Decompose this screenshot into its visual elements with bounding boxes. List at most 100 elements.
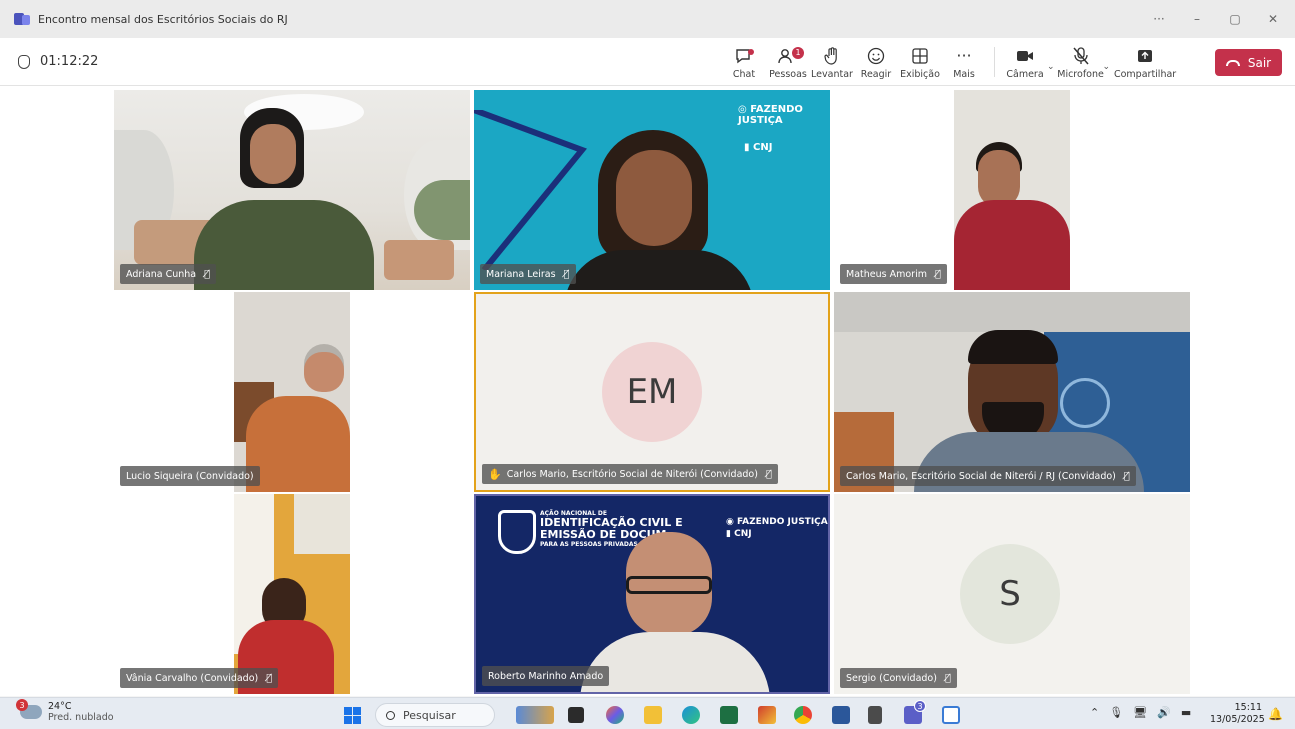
meeting-toolbar: 01:12:22 Chat 1 Pessoas Levantar Reagir …: [0, 38, 1295, 86]
mic-label: Microfone: [1057, 68, 1104, 80]
camera-button[interactable]: Câmera: [1003, 45, 1047, 80]
video-tile-vania[interactable]: Vânia Carvalho (Convidado) 🎙̸: [114, 494, 470, 694]
meeting-timer: 01:12:22: [18, 54, 98, 69]
task-view-icon[interactable]: [568, 707, 584, 723]
clock-date: 13/05/2025: [1210, 714, 1265, 725]
windows-taskbar: 3 24°C Pred. nublado Pesquisar 3 ⌃ 🎙 🖥 🔊…: [0, 697, 1295, 729]
cnj-text: CNJ: [752, 142, 773, 153]
participant-name: Carlos Mario, Escritório Social de Niter…: [846, 470, 1116, 482]
video-tile-carlos-video[interactable]: Carlos Mario, Escritório Social de Niter…: [834, 292, 1190, 492]
video-tile-mariana[interactable]: ◎ FAZENDO JUSTIÇA ▮ CNJ Mariana Leiras 🎙̸: [474, 90, 830, 290]
react-label: Reagir: [860, 68, 892, 80]
smiley-icon: [867, 45, 885, 67]
microphone-icon[interactable]: 🎙: [1109, 706, 1123, 719]
glasses-icon: [626, 576, 712, 594]
word-icon[interactable]: [832, 706, 850, 724]
more-label: Mais: [953, 68, 975, 80]
more-options-icon[interactable]: ···: [1151, 12, 1167, 26]
participant-name: Sergio (Convidado): [846, 672, 937, 684]
participant-name: Vânia Carvalho (Convidado): [126, 672, 259, 684]
volume-icon[interactable]: 🔊: [1157, 706, 1171, 719]
chevron-up-icon[interactable]: ⌃: [1090, 706, 1099, 719]
notification-bell-icon[interactable]: 🔔: [1268, 707, 1283, 721]
name-tag: Matheus Amorim 🎙̸: [840, 264, 947, 284]
video-tile-carlos-avatar[interactable]: EM ✋ Carlos Mario, Escritório Social de N…: [474, 292, 830, 492]
cnj-text: CNJ: [734, 529, 752, 539]
minimize-icon[interactable]: –: [1189, 12, 1205, 26]
video-tile-matheus[interactable]: Matheus Amorim 🎙̸: [834, 90, 1190, 290]
name-tag: Lucio Siqueira (Convidado): [120, 466, 260, 486]
cloud-icon: 3: [16, 699, 42, 719]
cnj-logo: ▮ CNJ: [744, 142, 773, 153]
video-tile-sergio[interactable]: S Sergio (Convidado) 🎙̸: [834, 494, 1190, 694]
chat-button[interactable]: Chat: [722, 45, 766, 80]
react-button[interactable]: Reagir: [854, 45, 898, 80]
partner-logos: ◉ FAZENDO JUSTIÇA ▮ CNJ: [726, 517, 828, 539]
participant-name: Mariana Leiras: [486, 268, 556, 280]
close-icon[interactable]: ✕: [1265, 12, 1281, 26]
camera-label: Câmera: [1006, 68, 1044, 80]
taskbar-search[interactable]: Pesquisar: [375, 703, 495, 727]
video-tile-roberto[interactable]: AÇÃO NACIONAL DE IDENTIFICAÇÃO CIVIL E E…: [474, 494, 830, 694]
participant-face: [616, 150, 692, 246]
edge-icon[interactable]: [682, 706, 700, 724]
teams-app-icon: [14, 12, 30, 26]
teams-icon[interactable]: 3: [904, 700, 926, 724]
chrome-icon[interactable]: [794, 706, 812, 724]
weather-badge: 3: [16, 699, 28, 711]
clock-time: 15:11: [1234, 702, 1262, 713]
app-icon[interactable]: [758, 706, 776, 724]
participant-name: Carlos Mario, Escritório Social de Niter…: [506, 468, 758, 480]
hand-logo-icon: [498, 510, 536, 554]
clock[interactable]: 15:11 13/05/2025: [1210, 702, 1265, 726]
snipping-tool-icon[interactable]: [942, 706, 960, 724]
participant-name: Roberto Marinho Amado: [488, 670, 604, 682]
mic-off-icon: 🎙̸: [1123, 470, 1130, 482]
logo-text: FAZENDO JUSTIÇA: [738, 104, 803, 126]
view-button[interactable]: Exibição: [898, 45, 942, 80]
camera-options-chevron-icon[interactable]: ⌄: [1047, 62, 1055, 72]
ellipsis-icon: ···: [956, 46, 972, 65]
copilot-icon[interactable]: [606, 706, 624, 724]
mic-off-icon: 🎙̸: [563, 268, 570, 280]
leave-button[interactable]: Sair: [1215, 49, 1282, 76]
start-button[interactable]: [344, 707, 361, 724]
excel-icon[interactable]: [720, 706, 738, 724]
participant-face: [250, 124, 296, 184]
widgets-icon[interactable]: [516, 706, 554, 724]
people-badge: 1: [792, 46, 804, 59]
hand-icon: [824, 45, 840, 67]
timer-value: 01:12:22: [40, 54, 99, 69]
network-icon[interactable]: 🖥: [1133, 706, 1147, 719]
video-tile-adriana[interactable]: Adriana Cunha 🎙̸: [114, 90, 470, 290]
video-tile-lucio[interactable]: Lucio Siqueira (Convidado): [114, 292, 470, 492]
people-button[interactable]: 1 Pessoas: [766, 45, 810, 80]
participant-hair: [968, 330, 1058, 364]
fazendo-justica-logo: ◎ FAZENDO JUSTIÇA: [738, 104, 803, 126]
weather-description: Pred. nublado: [48, 712, 114, 723]
microphone-button[interactable]: Microfone: [1057, 45, 1104, 80]
restore-icon[interactable]: ▢: [1227, 12, 1243, 26]
participant-name: Matheus Amorim: [846, 268, 927, 280]
calculator-icon[interactable]: [868, 706, 882, 724]
participant-body: [194, 200, 374, 290]
mic-off-icon: 🎙̸: [934, 268, 941, 280]
hang-up-icon: [1225, 59, 1240, 66]
name-tag: ✋ Carlos Mario, Escritório Social de Nite…: [482, 464, 778, 484]
more-button[interactable]: ··· Mais: [942, 45, 986, 80]
raise-hand-button[interactable]: Levantar: [810, 45, 854, 80]
search-icon: [386, 710, 395, 720]
file-explorer-icon[interactable]: [644, 706, 662, 724]
participant-avatar: EM: [602, 342, 702, 442]
mic-off-icon: 🎙̸: [204, 268, 211, 280]
weather-widget[interactable]: 3 24°C Pred. nublado: [16, 699, 114, 723]
logo-text: FAZENDO JUSTIÇA: [737, 517, 828, 527]
video-stage: Adriana Cunha 🎙̸ ◎ FAZENDO JUSTIÇA ▮ CNJ …: [0, 86, 1295, 696]
name-tag: Sergio (Convidado) 🎙̸: [840, 668, 957, 688]
share-icon: [1137, 45, 1153, 67]
share-button[interactable]: Compartilhar: [1114, 45, 1176, 80]
chat-label: Chat: [732, 68, 756, 80]
chat-unread-dot: [748, 48, 754, 55]
battery-icon[interactable]: ▬: [1181, 706, 1191, 719]
teams-badge: 3: [914, 700, 926, 712]
